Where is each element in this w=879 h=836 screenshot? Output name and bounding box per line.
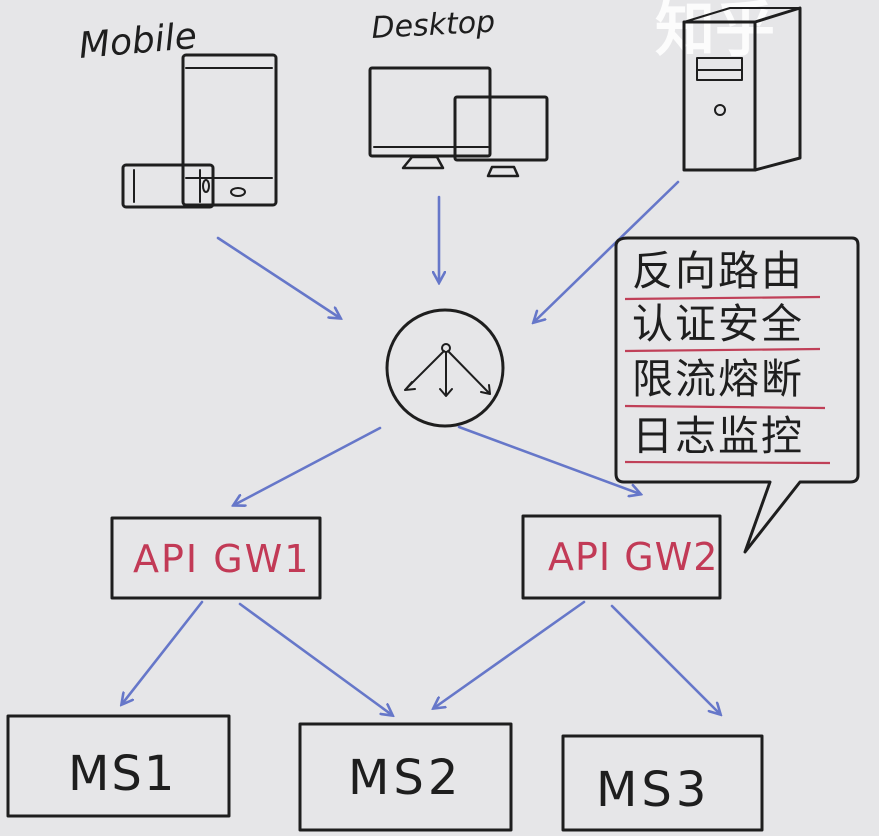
- callout-item-1: 反向路由: [632, 247, 804, 295]
- service-label-2: MS2: [348, 750, 462, 806]
- arrow-mobile-to-lb: [216, 236, 340, 318]
- callout-divider-3: [624, 404, 826, 410]
- callout-divider-1: [624, 295, 821, 301]
- diagram-svg: 知乎 Mobile Desktop API GW1 API GW2 MS1 MS…: [6, 0, 860, 832]
- callout-divider-2: [624, 347, 821, 353]
- gateway-label-1: API GW1: [133, 537, 310, 581]
- mobile-icon: [121, 53, 278, 209]
- callout-item-2: 认证安全: [632, 300, 804, 348]
- desktop-label: Desktop: [371, 5, 496, 46]
- callout-item-4: 日志监控: [632, 412, 804, 460]
- callout-item-3: 限流熔断: [632, 355, 804, 403]
- service-label-1: MS1: [68, 746, 176, 802]
- arrow-gw2-to-ms3: [610, 604, 720, 714]
- arrow-gw2-to-ms2: [434, 600, 586, 708]
- service-box-3: MS3: [561, 734, 764, 832]
- arrow-gw1-to-ms1: [122, 600, 204, 704]
- callout-divider-4: [624, 460, 831, 465]
- gateway-box-2: API GW2: [521, 514, 722, 600]
- gateway-box-1: API GW1: [110, 516, 322, 600]
- service-label-3: MS3: [596, 762, 710, 818]
- service-box-2: MS2: [298, 722, 513, 832]
- load-balancer-icon: [385, 308, 505, 428]
- callout-bubble: 反向路由 认证安全 限流熔断 日志监控: [614, 236, 860, 554]
- arrow-lb-to-gw2: [457, 425, 640, 494]
- gateway-label-2: API GW2: [548, 535, 718, 579]
- desktop-icon: [368, 66, 549, 178]
- watermark: 知乎: [655, 0, 775, 65]
- arrow-gw1-to-ms2: [238, 602, 392, 715]
- service-box-1: MS1: [6, 714, 231, 818]
- arrow-lb-to-gw1: [234, 426, 382, 505]
- whiteboard: 知乎 Mobile Desktop API GW1 API GW2 MS1 MS…: [0, 0, 879, 836]
- mobile-label: Mobile: [77, 16, 198, 67]
